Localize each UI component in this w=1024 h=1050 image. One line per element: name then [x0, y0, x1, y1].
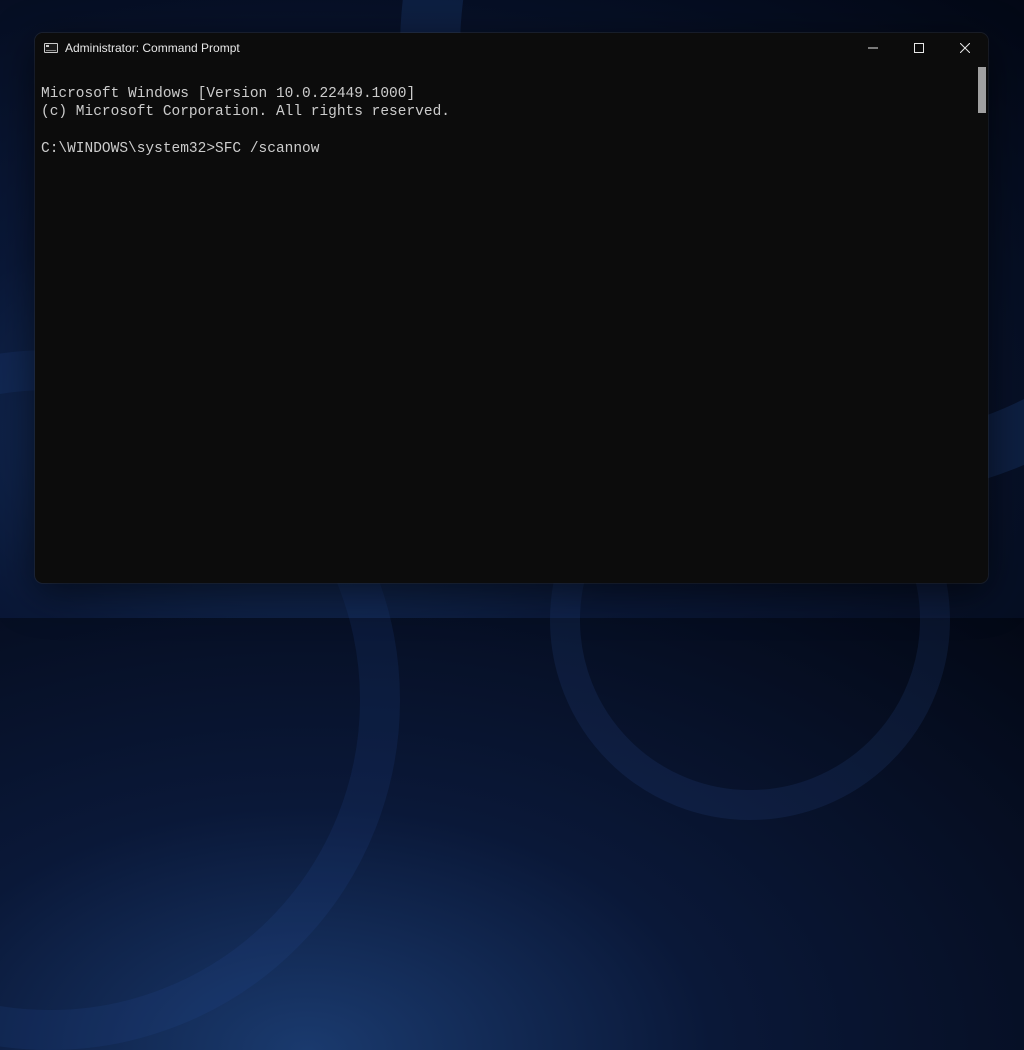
terminal-line: Microsoft Windows [Version 10.0.22449.10…: [41, 86, 415, 102]
prompt-path: C:\WINDOWS\system32>: [41, 141, 215, 157]
command-input: SFC /scannow: [215, 141, 319, 157]
scrollbar-thumb[interactable]: [978, 67, 986, 113]
terminal-line: (c) Microsoft Corporation. All rights re…: [41, 104, 450, 120]
command-prompt-window: Administrator: Command Prompt Microsoft …: [35, 33, 988, 583]
minimize-icon: [868, 43, 878, 53]
cmd-icon: [43, 42, 59, 54]
titlebar[interactable]: Administrator: Command Prompt: [35, 33, 988, 63]
close-icon: [960, 43, 970, 53]
terminal-area[interactable]: Microsoft Windows [Version 10.0.22449.10…: [35, 63, 988, 583]
maximize-icon: [914, 43, 924, 53]
window-controls: [850, 33, 988, 63]
minimize-button[interactable]: [850, 33, 896, 63]
window-title: Administrator: Command Prompt: [65, 41, 240, 55]
maximize-button[interactable]: [896, 33, 942, 63]
close-button[interactable]: [942, 33, 988, 63]
